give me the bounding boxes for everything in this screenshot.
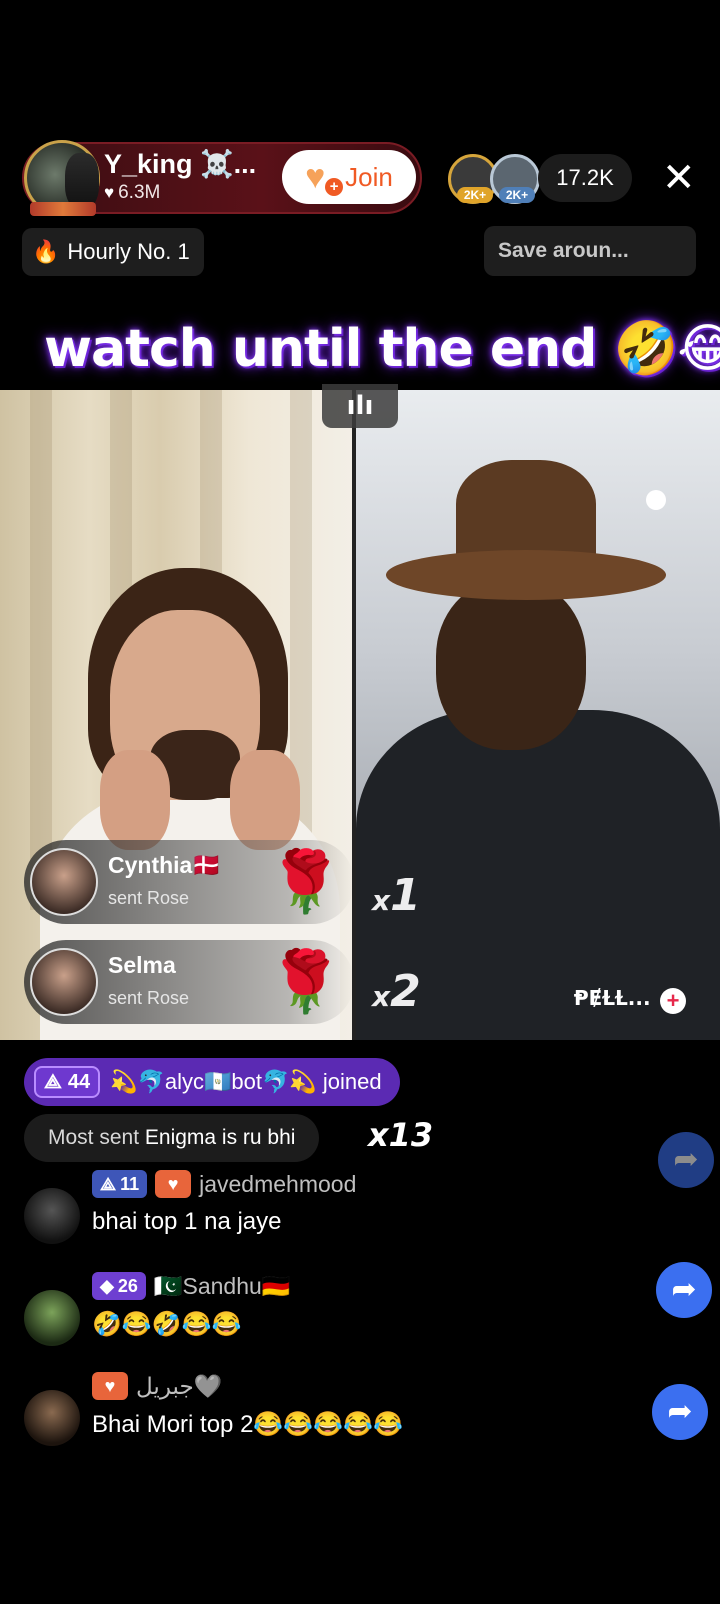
share-icon[interactable]: ➦ [652,1384,708,1440]
right-video-panel[interactable] [356,390,720,1040]
level-badge: ⟁ 11 [92,1170,148,1198]
join-button[interactable]: ♥ + Join [282,150,416,204]
most-sent-prefix: Most sent [48,1126,140,1149]
most-sent-chip[interactable]: Most sent Enigma is ru bhi [24,1114,320,1162]
multiplier-1-value: 1 [390,870,421,921]
chat-header: ⟁ 11 ♥ javedmehmood [92,1170,356,1198]
host-name: Y_king ☠️... [104,149,257,179]
level-triangle-icon: ⟁ [44,1070,62,1093]
chat-username[interactable]: javedmehmood [199,1171,356,1198]
top-viewers[interactable]: 2K+ 2K+ [448,154,544,204]
hat-brim [386,550,666,600]
level-badge: ⟁ 44 [34,1066,101,1098]
level-number: 11 [120,1173,140,1194]
diamond-icon: ◆ [100,1275,114,1296]
gift-action: sent Rose [108,888,190,908]
chat-avatar[interactable] [24,1188,80,1244]
joined-text: 💫🐬alyc🇬🇹bot🐬💫 joined [110,1069,382,1094]
close-icon[interactable]: ✕ [662,158,696,198]
rose-icon: 🌹 [268,947,343,1017]
chat-username[interactable]: جبريل🩶 [136,1373,222,1400]
right-streamer-name[interactable]: ⱣɆⱢⱢ... [574,986,651,1010]
join-label: Join [345,161,393,192]
share-icon[interactable]: ➦ [656,1262,712,1318]
hourly-rank-label: Hourly No. 1 [67,239,190,264]
right-hand [230,750,300,850]
chat-header: ♥ جبريل🩶 [92,1372,222,1400]
level-number: 44 [67,1070,91,1093]
chat-header: ◆ 26 🇵🇰Sandhu🇩🇪 [92,1272,290,1300]
multiplier-2-value: 2 [390,966,421,1017]
rose-icon: 🌹 [268,847,343,917]
left-hand [100,750,170,850]
heart-icon: ♥ [104,183,115,202]
fire-icon: 🔥 [32,239,60,264]
multiplier-1: x1 [372,870,421,921]
viewer-count[interactable]: 17.2K [538,154,632,202]
avatar-frame-ribbon [30,202,96,216]
most-sent-text: Enigma is ru bhi [144,1126,296,1149]
fan-heart-badge-icon: ♥ [155,1170,192,1198]
hourly-rank-chip[interactable]: 🔥 Hourly No. 1 [22,228,204,276]
save-chip[interactable]: Save aroun... [484,226,696,276]
chat-text: 🤣😂🤣😂😂 [92,1311,242,1338]
gift-sender-avatar[interactable] [30,848,98,916]
most-sent-count: x13 [368,1116,434,1154]
host-likes-count: 6.3M [118,182,161,203]
gift-toast: Cynthia🇩🇰 sent Rose 🌹 [24,840,354,924]
gift-sender-name: Selma [108,952,176,978]
chat-text: bhai top 1 na jaye [92,1208,282,1235]
level-number: 26 [117,1275,138,1296]
panel-divider [352,390,356,1040]
level-badge: ◆ 26 [92,1272,146,1300]
gift-sender-avatar[interactable] [30,948,98,1016]
host-likes: ♥ 6.3M [104,182,160,204]
user-joined-banner: ⟁ 44 💫🐬alyc🇬🇹bot🐬💫 joined [24,1058,400,1106]
viewer-badge: 2K+ [457,187,493,203]
chat-username[interactable]: 🇵🇰Sandhu🇩🇪 [154,1273,291,1300]
level-triangle-icon: ⟁ [100,1173,117,1194]
chat-avatar[interactable] [24,1290,80,1346]
fan-heart-badge-icon: ♥ [92,1372,128,1400]
chat-avatar[interactable] [24,1390,80,1446]
viewer-badge: 2K+ [499,187,535,203]
cowboy-hat-filter [386,460,666,610]
video-caption: watch until the end 🤣😂 [44,319,720,379]
host-avatar-second [65,153,99,209]
chat-text: Bhai Mori top 2😂😂😂😂😂 [92,1411,403,1438]
share-icon[interactable]: ➦ [658,1132,714,1188]
audio-bars-icon[interactable]: ılı [322,384,398,428]
gift-toast: Selma sent Rose 🌹 [24,940,354,1024]
viewer-avatar[interactable]: 2K+ [490,154,540,204]
follow-plus-icon[interactable]: + [660,988,686,1014]
gift-sender-name: Cynthia🇩🇰 [108,852,221,878]
gift-action: sent Rose [108,988,190,1008]
heart-plus-icon: ♥ + [305,160,344,196]
multiplier-2: x2 [372,966,421,1017]
